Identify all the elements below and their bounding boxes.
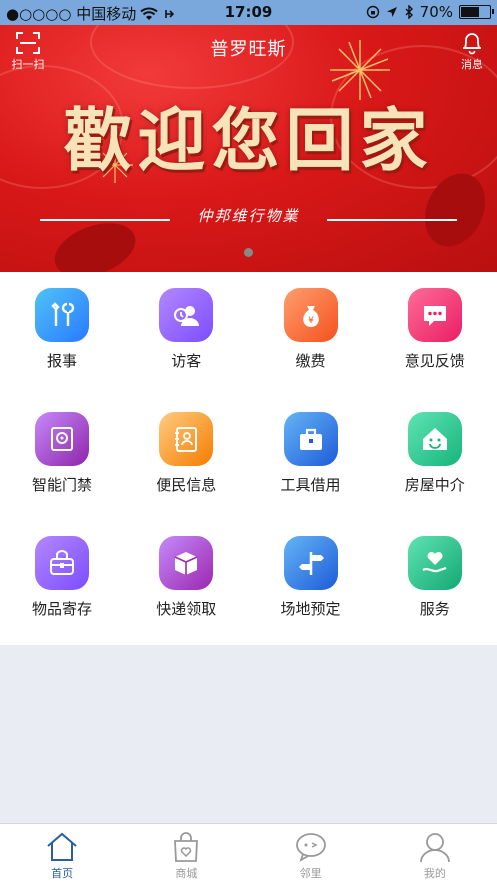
toolbox-icon	[283, 412, 338, 466]
bottom-tab-bar: 首页 商城 邻里 我的	[0, 823, 497, 884]
bag-icon	[35, 536, 89, 590]
service-item[interactable]: 访客	[124, 272, 248, 396]
welcome-text: 歡迎您回家	[63, 101, 434, 181]
heart-hand-icon	[407, 536, 462, 590]
tab-label: 邻里	[299, 867, 322, 880]
brand-line: 仲邦维行物業	[40, 201, 457, 231]
safe-icon	[35, 412, 89, 466]
service-item[interactable]: ¥ 缴费	[249, 272, 373, 396]
battery-percent: 70%	[419, 3, 453, 21]
service-item[interactable]: 房屋中介	[373, 396, 497, 520]
service-label: 便民信息	[156, 476, 217, 494]
battery-level	[461, 7, 480, 17]
service-label: 访客	[171, 352, 202, 370]
community-title: 普罗旺斯	[210, 39, 287, 60]
battery-icon	[459, 5, 494, 19]
service-label: 意见反馈	[404, 352, 465, 370]
tab-neighbors[interactable]: 邻里	[249, 824, 373, 884]
service-item[interactable]: 报事	[0, 272, 124, 396]
tab-mine[interactable]: 我的	[373, 824, 497, 884]
service-item[interactable]: 便民信息	[124, 396, 248, 520]
tab-label: 我的	[423, 867, 446, 880]
user-icon	[419, 833, 450, 863]
status-right: 70%	[366, 3, 494, 21]
hero-banner[interactable]: 扫一扫 普罗旺斯 消息 歡迎您回家 仲邦维行物業	[0, 25, 497, 272]
carousel-indicator[interactable]	[244, 248, 253, 257]
tab-label: 首页	[51, 867, 74, 880]
service-label: 缴费	[295, 352, 326, 370]
service-label: 物品寄存	[31, 600, 92, 618]
svg-text:¥: ¥	[308, 316, 314, 326]
service-label: 快递领取	[156, 600, 217, 618]
signpost-icon	[283, 536, 338, 590]
money-bag-icon: ¥	[283, 288, 338, 342]
bluetooth-icon	[405, 5, 413, 19]
chat-bubble-icon	[407, 288, 462, 342]
service-item[interactable]: 智能门禁	[0, 396, 124, 520]
chat-icon	[295, 833, 326, 862]
divider	[327, 219, 457, 221]
house-icon	[407, 412, 462, 466]
wrench-screwdriver-icon	[35, 288, 89, 342]
shopping-bag-icon	[174, 832, 199, 862]
service-label: 房屋中介	[404, 476, 465, 494]
package-icon	[159, 536, 214, 590]
location-icon	[386, 7, 397, 17]
bell-icon	[463, 33, 481, 55]
service-label: 服务	[419, 600, 450, 618]
tab-home[interactable]: 首页	[0, 824, 124, 884]
orientation-lock-icon	[366, 5, 379, 19]
service-item[interactable]: 工具借用	[249, 396, 373, 520]
service-item[interactable]: 场地预定	[249, 520, 373, 644]
service-label: 报事	[46, 352, 77, 370]
brand-text: 仲邦维行物業	[197, 207, 300, 225]
service-item[interactable]: 物品寄存	[0, 520, 124, 644]
status-bar: ●○○○○ 中国移动 17:09 70%	[0, 0, 497, 25]
service-item[interactable]: 快递领取	[124, 520, 248, 644]
message-button[interactable]: 消息	[457, 31, 487, 72]
service-label: 工具借用	[280, 476, 341, 494]
visitor-icon	[159, 288, 214, 342]
home-icon	[47, 832, 77, 861]
contact-book-icon	[159, 412, 214, 466]
service-label: 场地预定	[280, 600, 341, 618]
tab-mall[interactable]: 商城	[124, 824, 248, 884]
service-item[interactable]: 服务	[373, 520, 497, 644]
service-label: 智能门禁	[31, 476, 92, 494]
tab-label: 商城	[175, 867, 198, 880]
message-label: 消息	[461, 58, 483, 71]
service-item[interactable]: 意见反馈	[373, 272, 497, 396]
service-grid: 报事 访客 ¥ 缴费 意见反馈智能门禁 便民信息 工具借用 房屋中介物品寄存 快递领取 场地预定 服…	[0, 272, 497, 645]
